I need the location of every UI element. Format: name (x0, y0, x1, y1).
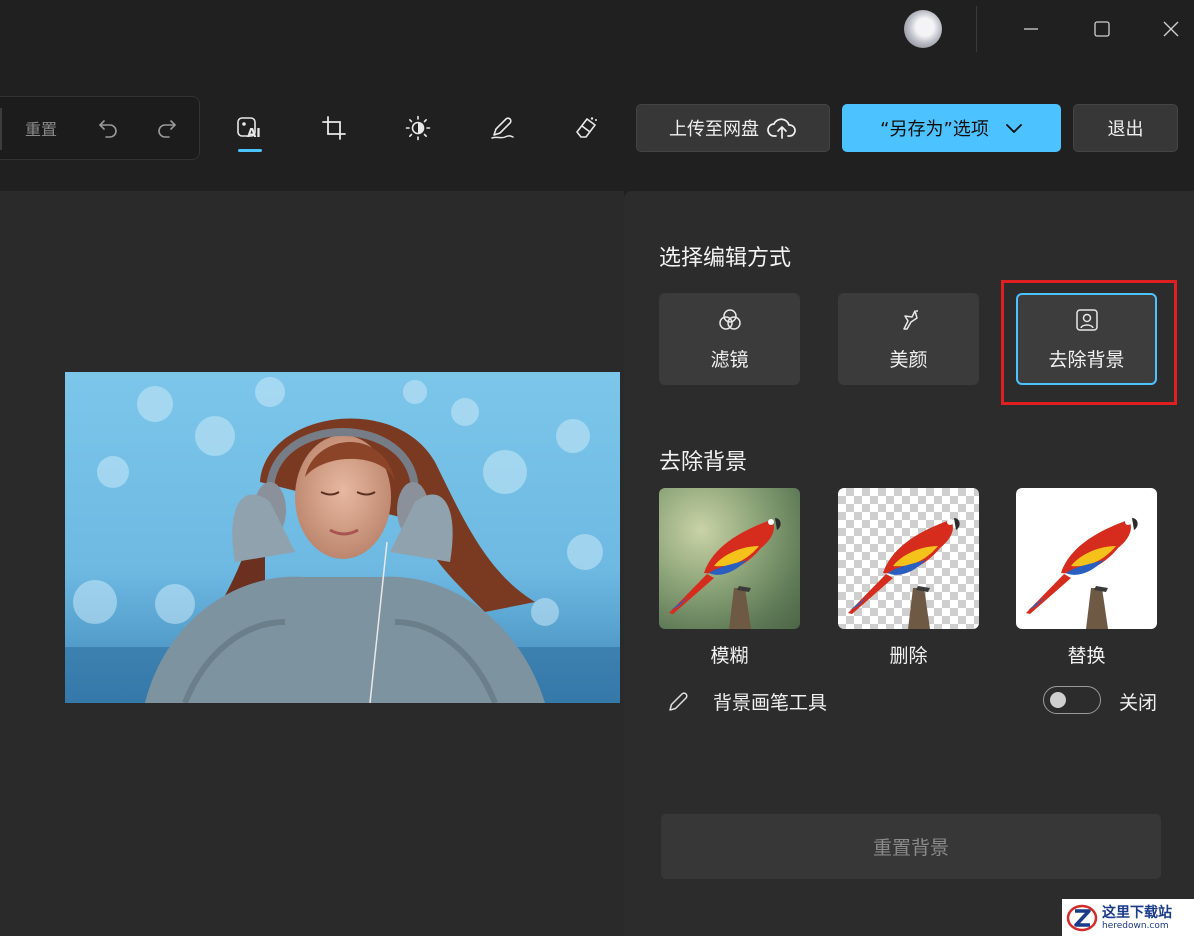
parrot-image (848, 518, 960, 629)
site-watermark-logo: 这里下载站 heredown.com (1062, 899, 1194, 936)
retouch-icon (902, 309, 918, 330)
toggle-knob (1050, 692, 1066, 708)
ai-image-icon: AI (237, 117, 261, 140)
remove-background-title: 去除背景 (659, 450, 748, 475)
toggle-state-label: 关闭 (1119, 692, 1158, 714)
logo-title: 这里下载站 (1102, 904, 1172, 921)
toolgroup-divider (0, 108, 2, 150)
reset-background-button[interactable]: 重置背景 (661, 814, 1161, 879)
maximize-icon (1094, 21, 1110, 37)
bg-option-delete-thumb[interactable] (838, 488, 979, 629)
minimize-icon (1024, 28, 1038, 30)
bg-option-replace-thumb[interactable] (1016, 488, 1157, 629)
mode-retouch-label: 美颜 (889, 348, 928, 371)
chevron-down-icon (1005, 124, 1022, 133)
save-as-options-button[interactable]: “另存为”选项 (842, 104, 1061, 152)
bg-option-replace-label: 替换 (1067, 645, 1106, 667)
mode-filter-label: 滤镜 (710, 348, 749, 371)
titlebar-divider (976, 6, 977, 52)
upload-label: 上传至网盘 (669, 119, 759, 140)
bg-option-blur-thumb[interactable] (659, 488, 800, 629)
markup-pen-icon (491, 117, 514, 139)
close-icon (1163, 21, 1179, 37)
active-tab-indicator (238, 149, 262, 152)
tab-crop[interactable] (314, 108, 354, 148)
filter-icon (718, 308, 741, 330)
upload-to-cloud-button[interactable]: 上传至网盘 (636, 104, 830, 152)
cloud-upload-icon (767, 118, 796, 139)
tab-ai-edit[interactable]: AI (230, 108, 270, 148)
mode-filter-card[interactable]: 滤镜 (659, 293, 800, 385)
save-as-label: “另存为”选项 (880, 119, 989, 140)
bg-option-blur-label: 模糊 (710, 645, 749, 667)
edit-mode-title: 选择编辑方式 (659, 246, 792, 271)
parrot-image (1026, 518, 1138, 629)
exit-button[interactable]: 退出 (1073, 104, 1178, 152)
z-logo-icon (1066, 904, 1098, 931)
bg-option-delete-label: 删除 (889, 645, 928, 667)
maximize-button[interactable] (1087, 14, 1117, 44)
redo-button[interactable] (147, 108, 187, 148)
crop-icon (322, 116, 346, 140)
user-avatar[interactable] (904, 10, 942, 48)
redo-icon (158, 120, 176, 138)
tab-markup[interactable] (482, 108, 522, 148)
tab-erase[interactable] (566, 108, 606, 148)
background-brush-label: 背景画笔工具 (713, 692, 828, 714)
close-button[interactable] (1156, 14, 1186, 44)
pencil-icon (666, 690, 690, 714)
tab-adjust[interactable] (398, 108, 438, 148)
mode-retouch-card[interactable]: 美颜 (838, 293, 979, 385)
svg-text:AI: AI (247, 126, 261, 140)
reset-button[interactable]: 重置 (25, 116, 57, 140)
brightness-icon (405, 115, 431, 141)
undo-button[interactable] (88, 108, 128, 148)
undo-icon (99, 120, 117, 138)
edited-photo[interactable] (65, 372, 620, 703)
annotation-highlight-box (1001, 280, 1177, 405)
logo-url: heredown.com (1102, 920, 1169, 931)
parrot-image (669, 518, 781, 629)
minimize-button[interactable] (1016, 14, 1046, 44)
eraser-icon (576, 117, 597, 138)
